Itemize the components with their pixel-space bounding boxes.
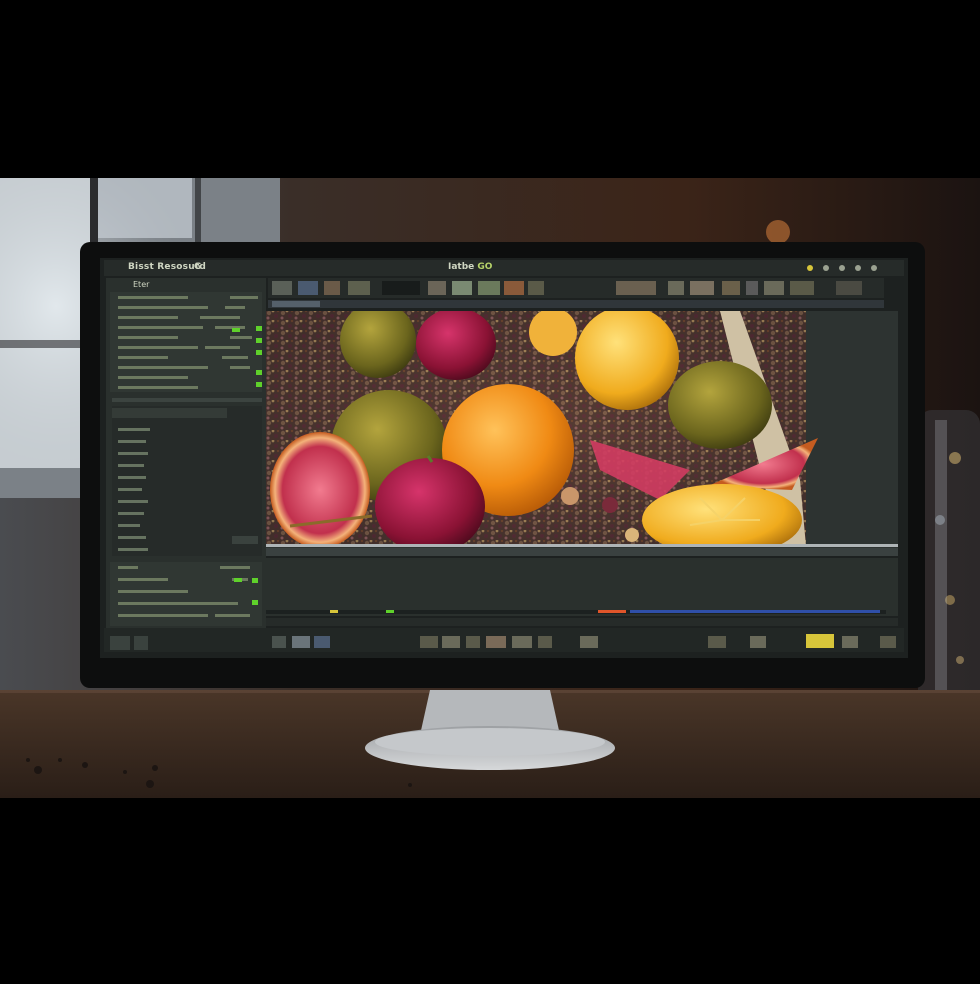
filter-label: Eter — [133, 280, 150, 289]
document-title-text: Iatbe — [448, 262, 475, 272]
photo-scene — [0, 0, 980, 980]
document-title-num: GO — [477, 262, 493, 272]
document-title: Iatbe GO — [448, 262, 492, 272]
app-title-glyph: G — [194, 262, 202, 272]
